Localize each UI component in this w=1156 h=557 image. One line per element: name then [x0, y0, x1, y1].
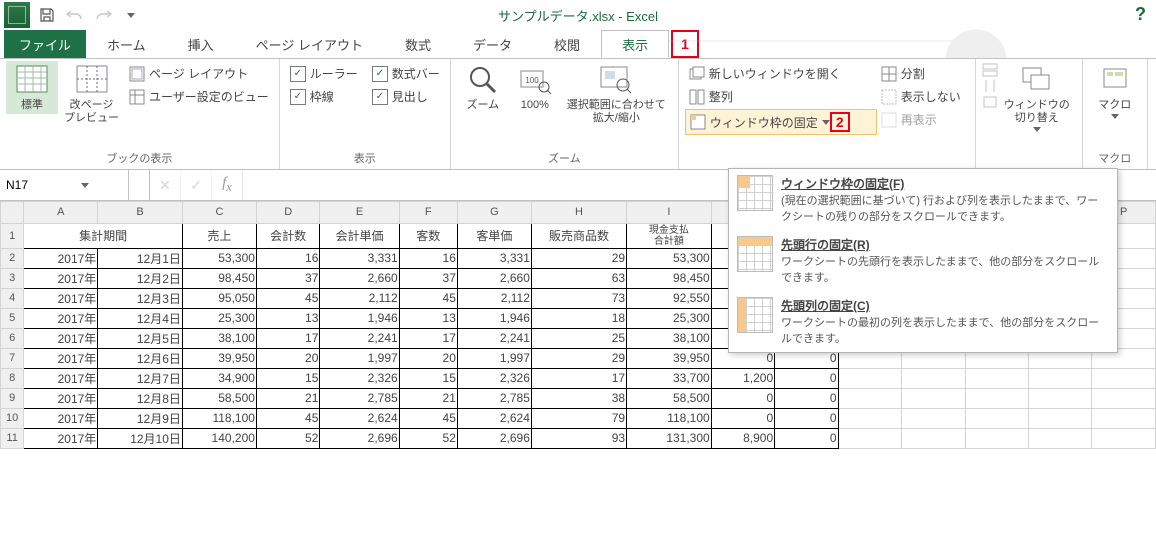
svg-text:100: 100: [525, 76, 539, 85]
macro-icon: [1098, 63, 1132, 97]
switch-windows-icon: [1020, 63, 1054, 97]
pagebreak-icon: [75, 63, 109, 97]
btn-arrange[interactable]: 整列: [685, 86, 877, 107]
freeze-panes-icon: [690, 114, 706, 130]
arrange-icon: [689, 89, 705, 105]
split-icon: [881, 66, 897, 82]
data-row[interactable]: 82017年12月7日34,900152,326152,3261733,7001…: [1, 368, 1156, 388]
excel-icon: [4, 2, 30, 28]
help-icon[interactable]: ?: [1135, 4, 1146, 25]
group-views-label: ブックの表示: [6, 150, 273, 169]
tab-home[interactable]: ホーム: [86, 30, 167, 58]
chk-headings[interactable]: 見出し: [368, 86, 444, 107]
fx-icon[interactable]: fx: [212, 170, 243, 200]
unhide-icon: [881, 112, 897, 128]
tab-file[interactable]: ファイル: [4, 30, 86, 58]
sync-scroll-icon: [982, 79, 998, 93]
chevron-down-icon: [1111, 114, 1119, 119]
chevron-down-icon: [1033, 127, 1041, 132]
callout-2: 2: [830, 112, 850, 132]
checkbox-icon: [290, 89, 306, 105]
btn-freeze-panes[interactable]: ウィンドウ枠の固定 2: [685, 109, 877, 135]
custom-views-icon: [129, 89, 145, 105]
group-zoom-label: ズーム: [457, 150, 672, 169]
freeze-top-row-icon: [737, 236, 773, 272]
chk-formula-bar[interactable]: 数式バー: [368, 63, 444, 84]
menu-freeze-first-col[interactable]: 先頭列の固定(C)ワークシートの最初の列を表示したままで、他の部分をスクロールで…: [729, 291, 1117, 352]
tab-data[interactable]: データ: [452, 30, 533, 58]
tab-view[interactable]: 表示: [601, 30, 669, 58]
btn-macros[interactable]: マクロ: [1089, 61, 1141, 121]
ribbon-tabs: ファイル ホーム 挿入 ページ レイアウト 数式 データ 校閲 表示 1: [0, 30, 1156, 58]
btn-zoom[interactable]: ズーム: [457, 61, 509, 114]
freeze-panes-menu: ウィンドウ枠の固定(F)(現在の選択範囲に基づいて) 行および列を表示したままで…: [728, 168, 1118, 353]
freeze-first-col-icon: [737, 297, 773, 333]
btn-split[interactable]: 分割: [877, 63, 969, 84]
reset-pos-icon: [982, 95, 998, 109]
btn-switch-windows[interactable]: ウィンドウの 切り替え: [998, 61, 1076, 134]
callout-1: 1: [671, 30, 699, 58]
data-row[interactable]: 102017年12月9日118,100452,624452,62479118,1…: [1, 408, 1156, 428]
name-box[interactable]: [0, 170, 129, 200]
name-box-input[interactable]: [4, 177, 78, 193]
btn-pagebreak-preview[interactable]: 改ページ プレビュー: [58, 61, 125, 127]
tab-insert[interactable]: 挿入: [167, 30, 235, 58]
normal-view-icon: [15, 63, 49, 97]
checkbox-icon: [372, 89, 388, 105]
page-layout-icon: [129, 66, 145, 82]
zoom-100-icon: 100: [518, 63, 552, 97]
btn-normal-view[interactable]: 標準: [6, 61, 58, 114]
chk-ruler[interactable]: ルーラー: [286, 63, 362, 84]
btn-zoom-100[interactable]: 100 100%: [509, 61, 561, 114]
menu-freeze-panes[interactable]: ウィンドウ枠の固定(F)(現在の選択範囲に基づいて) 行および列を表示したままで…: [729, 169, 1117, 230]
compare-icon: [982, 63, 998, 77]
btn-zoom-selection[interactable]: 選択範囲に合わせて 拡大/縮小: [561, 61, 672, 127]
save-icon[interactable]: [36, 4, 58, 26]
btn-new-window[interactable]: 新しいウィンドウを開く: [685, 63, 877, 84]
zoom-selection-icon: [599, 63, 633, 97]
checkbox-icon: [290, 66, 306, 82]
new-window-icon: [689, 66, 705, 82]
btn-custom-views[interactable]: ユーザー設定のビュー: [125, 86, 273, 107]
chevron-down-icon: [822, 120, 830, 125]
freeze-panes-icon: [737, 175, 773, 211]
hide-icon: [881, 89, 897, 105]
tab-formulas[interactable]: 数式: [384, 30, 452, 58]
menu-freeze-top-row[interactable]: 先頭行の固定(R)ワークシートの先頭行を表示したままで、他の部分をスクロールでき…: [729, 230, 1117, 291]
group-show-label: 表示: [286, 150, 444, 169]
window-title: サンプルデータ.xlsx - Excel: [0, 6, 1156, 25]
btn-page-layout[interactable]: ページ レイアウト: [125, 63, 273, 84]
cancel-icon[interactable]: ✕: [150, 170, 181, 200]
chk-gridlines[interactable]: 枠線: [286, 86, 362, 107]
tab-review[interactable]: 校閲: [533, 30, 601, 58]
redo-icon[interactable]: [92, 4, 114, 26]
checkbox-icon: [372, 66, 388, 82]
btn-unhide: 再表示: [877, 109, 969, 130]
titlebar: サンプルデータ.xlsx - Excel ?: [0, 0, 1156, 30]
ribbon-view: 標準 改ページ プレビュー ページ レイアウト: [0, 58, 1156, 170]
data-row[interactable]: 112017年12月10日140,200522,696522,69693131,…: [1, 428, 1156, 448]
btn-hide[interactable]: 表示しない: [877, 86, 969, 107]
chevron-down-icon[interactable]: [78, 178, 92, 192]
group-macro-label: マクロ: [1089, 150, 1141, 169]
qat-more-icon[interactable]: [120, 4, 142, 26]
data-row[interactable]: 92017年12月8日58,500212,785212,7853858,5000…: [1, 388, 1156, 408]
tab-page-layout[interactable]: ページ レイアウト: [235, 30, 384, 58]
enter-icon[interactable]: ✓: [181, 170, 212, 200]
undo-icon[interactable]: [64, 4, 86, 26]
zoom-icon: [466, 63, 500, 97]
